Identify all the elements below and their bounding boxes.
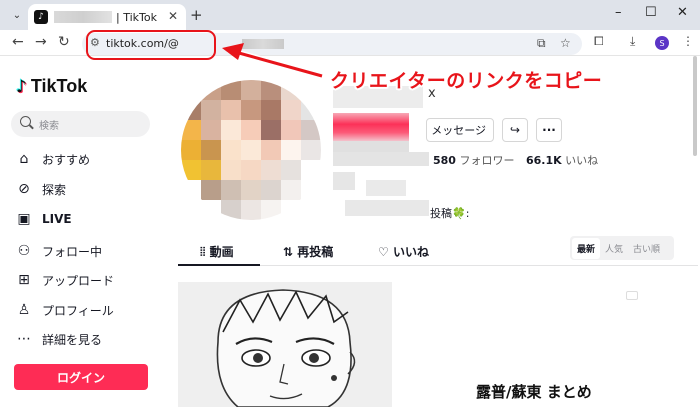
blurred-following-count bbox=[333, 152, 429, 166]
minimize-button[interactable]: – bbox=[615, 5, 622, 20]
video-overlay-text: 露普/蘇東 まとめ bbox=[476, 383, 592, 401]
forward-arrow-icon[interactable]: → bbox=[35, 34, 47, 50]
tab-videos-label: 動画 bbox=[209, 245, 234, 259]
blurred-tab-title bbox=[54, 11, 112, 23]
back-arrow-icon[interactable]: ← bbox=[12, 34, 24, 50]
likes-label: いいね bbox=[565, 154, 599, 167]
install-app-icon[interactable]: ⧉ bbox=[537, 36, 546, 51]
sort-segmented-control: 最新 人気 古い順 bbox=[570, 236, 674, 260]
sidebar-item-profile[interactable]: ♙ プロフィール bbox=[16, 299, 114, 321]
compass-icon: ⊘ bbox=[18, 181, 30, 197]
url-highlight-box bbox=[86, 30, 216, 60]
sidebar-item-label: アップロード bbox=[42, 273, 115, 288]
video-corner-icon bbox=[626, 291, 638, 300]
sort-oldest[interactable]: 古い順 bbox=[628, 238, 665, 259]
extensions-icon[interactable]: ⧠ bbox=[594, 34, 604, 49]
login-button[interactable]: ログイン bbox=[14, 364, 148, 390]
grid-icon: ⦙⦙ bbox=[200, 245, 210, 259]
followers-label: フォロワー bbox=[459, 154, 515, 167]
following-icon: ⚇ bbox=[17, 243, 31, 259]
maximize-button[interactable]: ☐ bbox=[645, 5, 657, 20]
search-input[interactable]: 検索 bbox=[11, 111, 150, 137]
sidebar-item-label: 探索 bbox=[42, 182, 67, 197]
tiktok-icon: ♪ bbox=[34, 10, 48, 24]
blurred-bio bbox=[366, 180, 406, 196]
close-tab-icon[interactable]: ✕ bbox=[168, 9, 178, 23]
likes-count: 66.1K bbox=[525, 154, 562, 167]
sketch-drawing bbox=[178, 282, 392, 407]
sidebar-item-for-you[interactable]: ⌂ おすすめ bbox=[16, 148, 90, 170]
browser-tab-bar: ⌄ ♪ | TikTok ✕ + – ☐ ✕ bbox=[0, 0, 700, 30]
browser-tab[interactable]: ♪ | TikTok ✕ bbox=[28, 4, 186, 30]
following-count: 580 bbox=[433, 154, 456, 167]
sidebar-item-more[interactable]: ⋯ 詳細を見る bbox=[16, 328, 102, 350]
blurred-username bbox=[242, 39, 284, 49]
search-icon bbox=[20, 116, 31, 127]
tab-title: | TikTok bbox=[116, 10, 157, 24]
bookmark-star-icon[interactable]: ☆ bbox=[560, 36, 571, 50]
sidebar-item-label: 詳細を見る bbox=[42, 332, 103, 347]
new-tab-button[interactable]: + bbox=[190, 6, 203, 24]
profile-icon: ♙ bbox=[17, 302, 31, 318]
more-icon: ⋯ bbox=[17, 331, 31, 347]
reload-icon[interactable]: ↻ bbox=[58, 34, 70, 50]
tab-liked-label: いいね bbox=[392, 245, 429, 259]
sidebar-item-explore[interactable]: ⊘ 探索 bbox=[16, 178, 66, 200]
sidebar-item-label: おすすめ bbox=[42, 152, 91, 167]
blurred-bio bbox=[345, 200, 429, 216]
annotation-callout: クリエイターのリンクをコピー bbox=[330, 70, 603, 92]
page-scrollbar[interactable] bbox=[693, 56, 697, 156]
share-icon[interactable]: ↪ bbox=[502, 118, 528, 142]
tiktok-logo[interactable]: ♪ TikTok bbox=[16, 76, 87, 97]
tab-reposts[interactable]: ⇅ 再投稿 bbox=[283, 243, 333, 260]
profile-stats: 580 フォロワー 66.1K いいね bbox=[433, 152, 606, 168]
tab-reposts-label: 再投稿 bbox=[297, 245, 334, 259]
search-placeholder: 検索 bbox=[39, 121, 59, 132]
browser-menu-icon[interactable]: ⋮ bbox=[682, 34, 694, 48]
sidebar-item-following[interactable]: ⚇ フォロー中 bbox=[16, 240, 102, 262]
download-icon[interactable]: ⤓ bbox=[630, 34, 635, 49]
tab-videos[interactable]: ⦙⦙ 動画 bbox=[200, 243, 234, 260]
live-icon: ▣ bbox=[17, 211, 31, 227]
message-button[interactable]: メッセージ bbox=[426, 118, 494, 142]
tiktok-note-icon: ♪ bbox=[16, 76, 27, 97]
upload-icon: ⊞ bbox=[18, 272, 30, 288]
blurred-display-name bbox=[333, 113, 409, 141]
sidebar-item-label: LIVE bbox=[42, 212, 72, 226]
tab-search-chevron-icon[interactable]: ⌄ bbox=[8, 6, 26, 24]
sort-latest[interactable]: 最新 bbox=[572, 237, 601, 259]
sidebar-item-live[interactable]: ▣ LIVE bbox=[16, 208, 72, 230]
repost-icon: ⇅ bbox=[283, 245, 298, 259]
video-thumbnail[interactable] bbox=[178, 282, 392, 407]
close-window-button[interactable]: ✕ bbox=[677, 5, 688, 20]
home-icon: ⌂ bbox=[19, 151, 29, 167]
more-options-icon[interactable]: ··· bbox=[536, 118, 562, 142]
sidebar-item-label: フォロー中 bbox=[42, 244, 103, 259]
blurred-bio bbox=[333, 172, 355, 190]
avatar bbox=[181, 80, 321, 220]
active-tab-indicator bbox=[178, 264, 260, 266]
logo-text: TikTok bbox=[30, 76, 88, 96]
sort-popular[interactable]: 人気 bbox=[600, 238, 628, 259]
bio-text: 投稿🍀: bbox=[430, 207, 470, 220]
sidebar-item-label: プロフィール bbox=[42, 303, 114, 318]
sidebar-item-upload[interactable]: ⊞ アップロード bbox=[16, 269, 114, 291]
tab-liked[interactable]: ♡ いいね bbox=[378, 243, 429, 260]
heart-icon: ♡ bbox=[378, 245, 393, 259]
browser-profile-avatar[interactable]: S bbox=[655, 36, 669, 50]
